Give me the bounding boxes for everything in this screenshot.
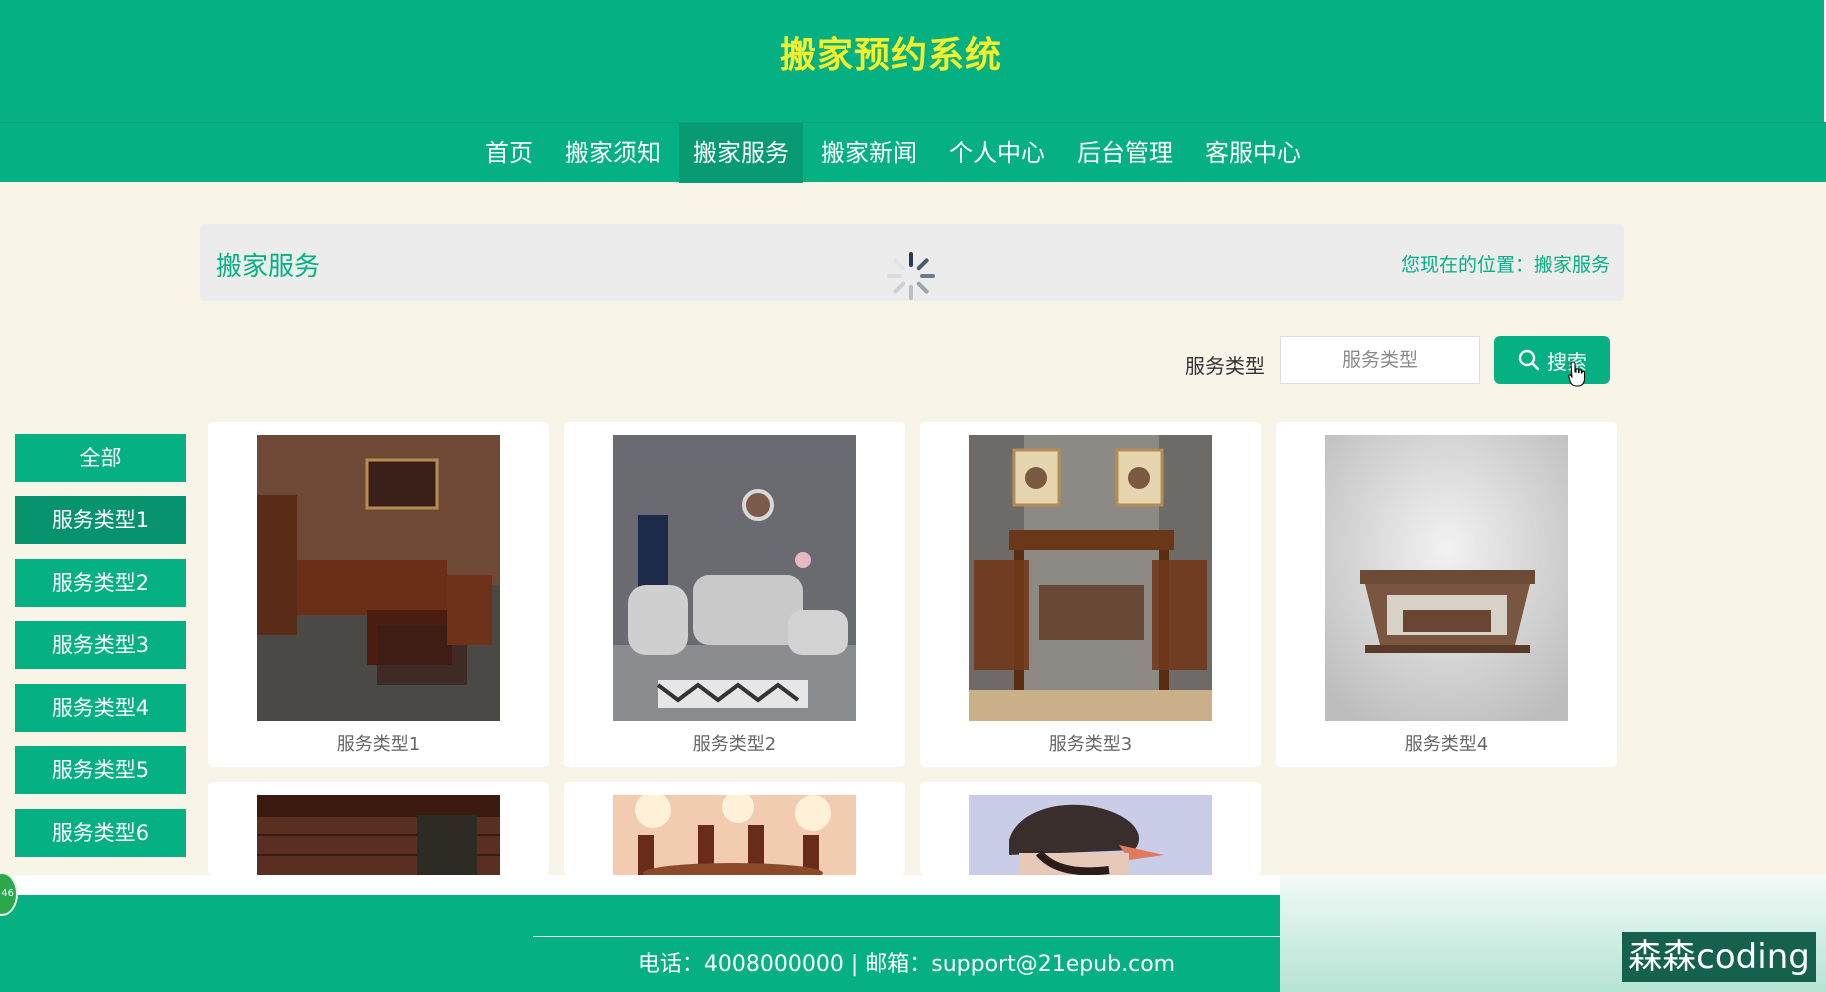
service-card[interactable]: 服务类型2 [564,422,905,767]
footer-divider [0,875,1280,895]
dark-wood-room-image [257,795,500,875]
nav-item-home[interactable]: 首页 [471,123,547,183]
nav-item-personal-center[interactable]: 个人中心 [935,123,1059,183]
footer-contact-info: 电话：4008000000 | 邮箱：support@21epub.com [637,952,1176,977]
page-title: 搬家服务 [216,252,321,282]
service-card[interactable] [564,782,905,875]
service-card[interactable]: 服务类型3 [920,422,1261,767]
card-label: 服务类型1 [336,734,421,755]
hand-cursor-icon [1568,361,1586,387]
dining-chairs-image [613,795,856,875]
service-card[interactable]: 服务类型4 [1276,422,1617,767]
watermark-label: 森森coding [1622,932,1816,982]
modern-sofa-image [613,435,856,721]
wooden-altar-table-image [969,435,1212,721]
tv-cabinet-image [1325,435,1568,721]
service-card[interactable] [208,782,549,875]
category-service-type-6[interactable]: 服务类型6 [15,809,186,857]
nav-item-moving-notice[interactable]: 搬家须知 [551,123,675,183]
card-label: 服务类型3 [1048,734,1133,755]
search-icon [1518,349,1540,371]
living-room-furniture-image [257,435,500,721]
main-nav: 首页 搬家须知 搬家服务 搬家新闻 个人中心 后台管理 客服中心 [0,122,1826,183]
site-header: 搬家预约系统 [0,0,1826,124]
search-button[interactable]: 搜索 [1494,336,1610,384]
category-service-type-1[interactable]: 服务类型1 [15,496,186,544]
service-type-search-input[interactable] [1280,336,1480,384]
card-label: 服务类型4 [1404,734,1489,755]
nav-item-admin[interactable]: 后台管理 [1063,123,1187,183]
nav-item-moving-service[interactable]: 搬家服务 [679,123,803,183]
category-service-type-2[interactable]: 服务类型2 [15,559,186,607]
site-title: 搬家预约系统 [779,35,1002,76]
breadcrumb: 您现在的位置：搬家服务 [1400,254,1610,276]
category-all[interactable]: 全部 [15,434,186,482]
person-cap-image [969,795,1212,875]
service-card[interactable]: 服务类型1 [208,422,549,767]
nav-item-moving-news[interactable]: 搬家新闻 [807,123,931,183]
nav-item-customer-service[interactable]: 客服中心 [1191,123,1315,183]
card-label: 服务类型2 [692,734,777,755]
category-service-type-5[interactable]: 服务类型5 [15,746,186,794]
footer-line [533,936,1280,937]
category-service-type-3[interactable]: 服务类型3 [15,621,186,669]
category-service-type-4[interactable]: 服务类型4 [15,684,186,732]
search-label: 服务类型 [1185,354,1265,378]
service-card[interactable] [920,782,1261,875]
loading-spinner-icon [887,252,935,300]
